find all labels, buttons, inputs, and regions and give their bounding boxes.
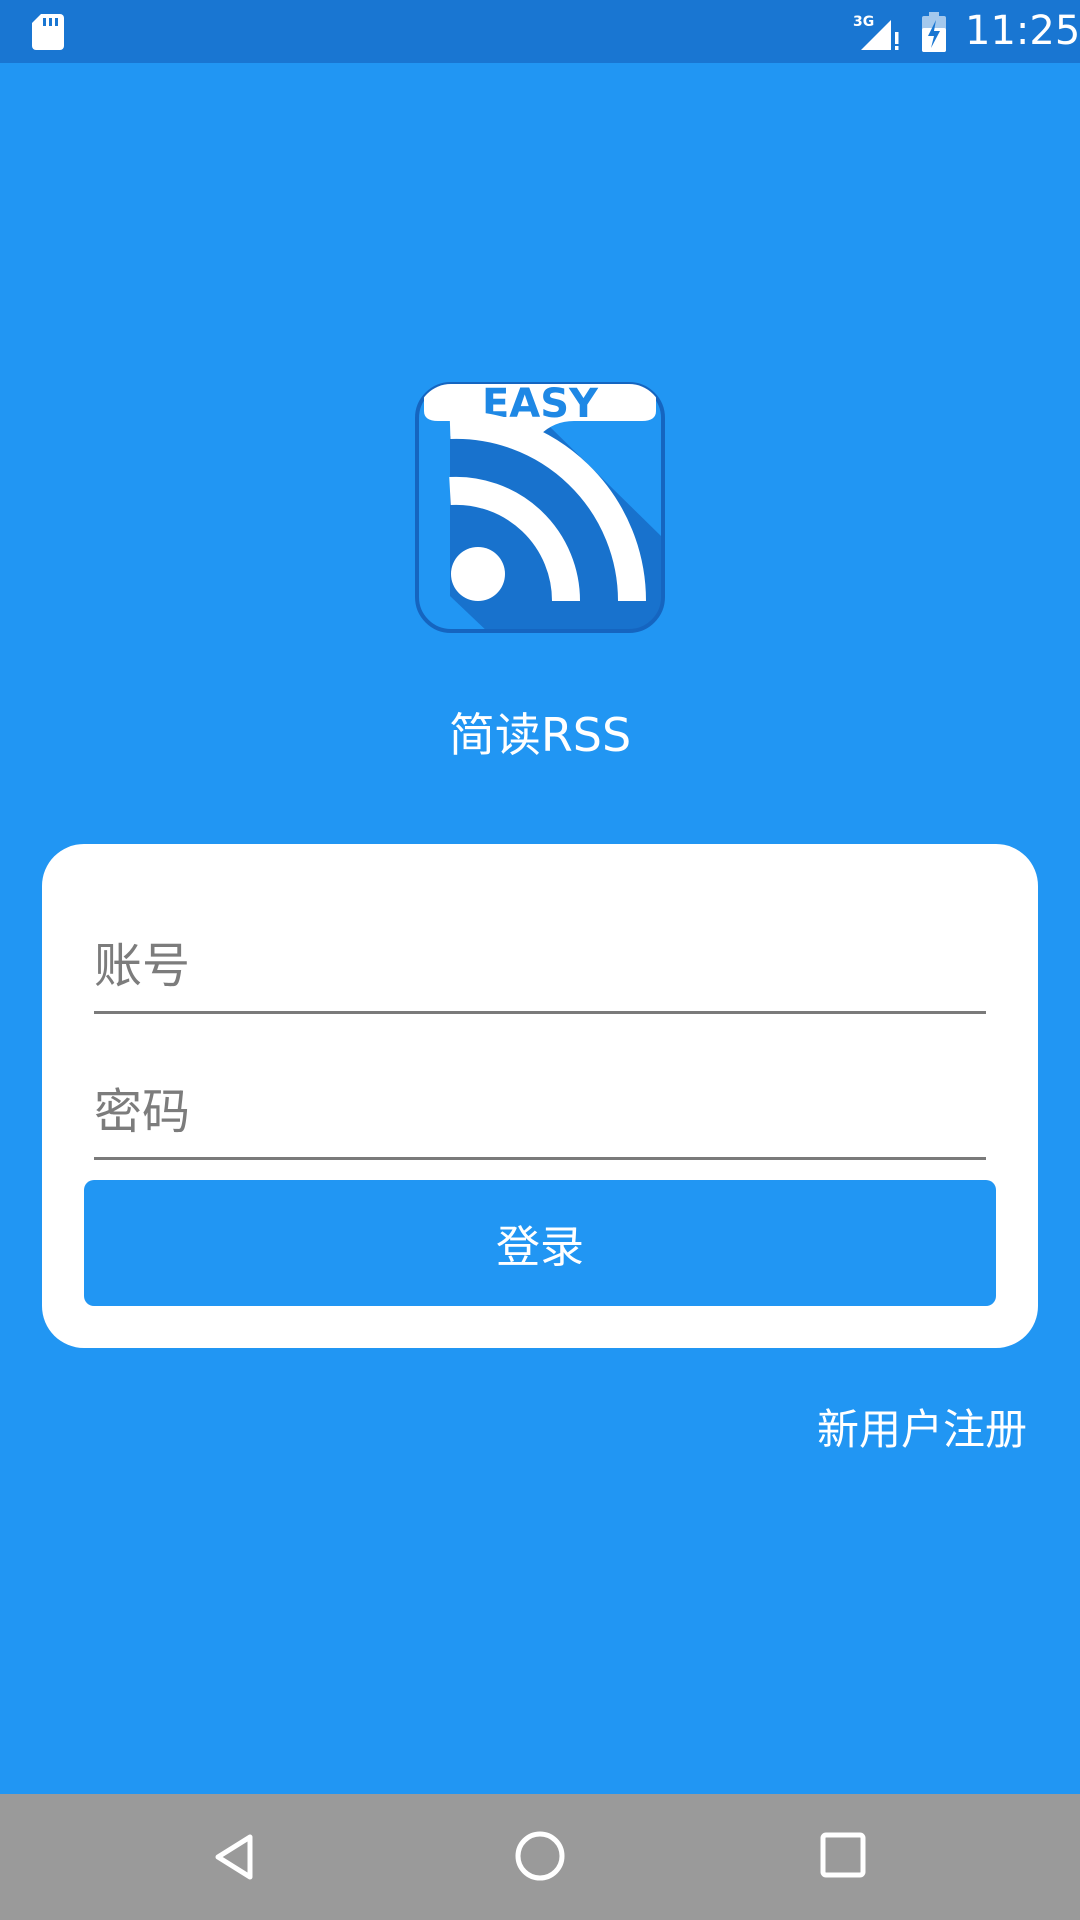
navigation-bar: [0, 1794, 1080, 1920]
rss-logo-icon: EASY: [415, 381, 665, 633]
sd-card-icon: [32, 14, 64, 50]
login-button[interactable]: 登录: [84, 1180, 996, 1306]
cell-signal-icon: 3G: [853, 14, 899, 50]
password-input[interactable]: [94, 1067, 986, 1157]
battery-charging-icon: [922, 12, 946, 52]
network-type-label: 3G: [853, 14, 874, 30]
recents-icon[interactable]: [820, 1832, 866, 1878]
status-bar: 3G 11:25: [0, 0, 1080, 63]
status-clock: 11:25: [965, 8, 1080, 54]
home-icon[interactable]: [514, 1830, 566, 1882]
register-link[interactable]: 新用户注册: [817, 1400, 1027, 1460]
back-icon[interactable]: [210, 1832, 260, 1882]
password-field-container: [94, 1067, 986, 1160]
account-field-container: [94, 921, 986, 1014]
account-input[interactable]: [94, 921, 986, 1011]
login-card: 登录: [42, 844, 1038, 1348]
app-name: 简读RSS: [448, 708, 632, 762]
